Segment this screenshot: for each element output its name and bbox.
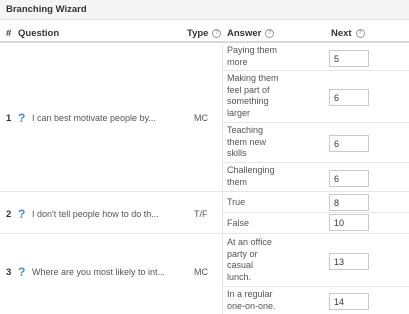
answer-text: Challenging them bbox=[227, 165, 282, 188]
answer-text: Paying them more bbox=[227, 45, 282, 68]
answer-line: skills bbox=[227, 148, 247, 158]
column-header-type-label: Type bbox=[187, 28, 209, 39]
answer-line: Challenging bbox=[227, 165, 275, 175]
answer-line: one-on-one. bbox=[227, 300, 276, 311]
question-mark-icon: ? bbox=[18, 207, 26, 221]
answer-line: In a regular bbox=[227, 289, 273, 299]
answer-line: lunch. bbox=[227, 271, 252, 282]
column-header-answer: Answer? bbox=[227, 28, 275, 40]
answer-text: Teaching them new skills bbox=[227, 125, 282, 160]
divider bbox=[222, 286, 409, 287]
column-header-next: Next? bbox=[331, 28, 365, 40]
divider bbox=[222, 70, 409, 71]
answer-line: feel part of bbox=[227, 84, 270, 95]
help-icon[interactable]: ? bbox=[265, 28, 275, 38]
answer-line: False bbox=[227, 218, 250, 228]
question-mark-icon: ? bbox=[18, 265, 26, 279]
answer-line: True bbox=[227, 197, 246, 207]
next-input[interactable] bbox=[329, 135, 369, 152]
help-icon[interactable]: ? bbox=[355, 28, 365, 38]
next-input[interactable] bbox=[329, 89, 369, 106]
question-number: 2 bbox=[6, 209, 12, 220]
help-icon[interactable]: ? bbox=[212, 28, 222, 38]
question-type: MC bbox=[194, 113, 208, 123]
divider bbox=[222, 212, 409, 213]
column-header-answer-label: Answer bbox=[227, 28, 262, 39]
row-divider bbox=[0, 233, 409, 234]
column-divider bbox=[222, 44, 223, 314]
column-header-type: Type? bbox=[187, 28, 222, 40]
answer-line: larger bbox=[227, 107, 251, 118]
answer-line: more bbox=[227, 56, 248, 67]
column-header-next-label: Next bbox=[331, 28, 352, 39]
row-divider bbox=[0, 191, 409, 192]
answer-text: True bbox=[227, 197, 282, 209]
answer-line: Teaching bbox=[227, 125, 264, 135]
question-text[interactable]: I don't tell people how to do th... bbox=[32, 209, 159, 219]
question-text[interactable]: Where are you most likely to int... bbox=[32, 267, 165, 277]
column-header-question: Question bbox=[18, 28, 60, 39]
answer-line: casual bbox=[227, 260, 254, 270]
answer-text: At an office party or casual lunch. bbox=[227, 237, 282, 283]
answer-text: Making them feel part of something large… bbox=[227, 73, 282, 119]
next-input[interactable] bbox=[329, 214, 369, 231]
column-header-num: # bbox=[6, 28, 12, 39]
next-input[interactable] bbox=[329, 293, 369, 310]
answer-line: them bbox=[227, 176, 248, 187]
panel-title: Branching Wizard bbox=[0, 0, 409, 20]
next-input[interactable] bbox=[329, 194, 369, 211]
question-number: 1 bbox=[6, 113, 12, 124]
question-mark-icon: ? bbox=[18, 111, 26, 125]
answer-line: party or bbox=[227, 248, 258, 259]
divider bbox=[222, 162, 409, 163]
answer-line: Paying them bbox=[227, 45, 278, 55]
divider bbox=[222, 122, 409, 123]
answer-text: False bbox=[227, 218, 282, 230]
question-type: T/F bbox=[194, 209, 208, 219]
question-type: MC bbox=[194, 267, 208, 277]
answer-line: them new bbox=[227, 136, 267, 147]
question-text[interactable]: I can best motivate people by... bbox=[32, 113, 156, 123]
next-input[interactable] bbox=[329, 50, 369, 67]
answer-line: something bbox=[227, 96, 269, 106]
answer-text: In a regular one-on-one. bbox=[227, 289, 282, 312]
next-input[interactable] bbox=[329, 253, 369, 270]
question-number: 3 bbox=[6, 267, 12, 278]
answer-line: Making them bbox=[227, 73, 279, 83]
answer-line: At an office bbox=[227, 237, 272, 247]
next-input[interactable] bbox=[329, 170, 369, 187]
table-header: # Question Type? Answer? Next? bbox=[0, 25, 409, 43]
